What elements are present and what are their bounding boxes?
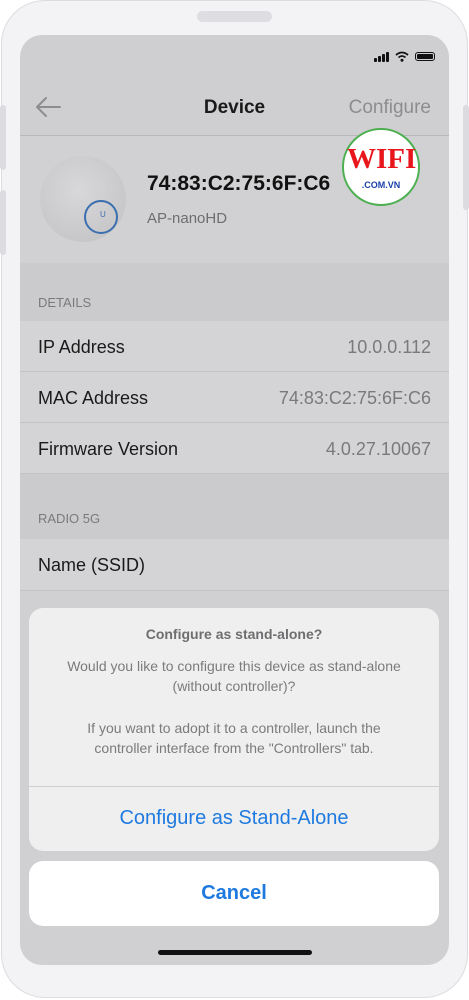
detail-row-firmware: Firmware Version 4.0.27.10067 xyxy=(20,423,449,474)
device-mac-title: 74:83:C2:75:6F:C6 xyxy=(147,172,331,195)
cellular-signal-icon xyxy=(374,51,389,62)
detail-label: MAC Address xyxy=(38,388,149,408)
status-bar xyxy=(20,35,449,80)
detail-row-mac: MAC Address 74:83:C2:75:6F:C6 xyxy=(20,372,449,423)
detail-value: 4.0.27.10067 xyxy=(325,439,431,459)
detail-label: Firmware Version xyxy=(38,439,179,459)
wifi-icon xyxy=(395,51,409,62)
wifi-watermark-logo: WIFI .COM.VN xyxy=(342,128,420,206)
phone-frame: Device Configure U 74:83:C2:75:6F:C6 AP-… xyxy=(0,0,469,1000)
access-point-icon: U xyxy=(40,156,126,242)
configure-standalone-button[interactable]: Configure as Stand-Alone xyxy=(29,786,439,851)
ssid-label: Name (SSID) xyxy=(38,555,146,575)
volume-button xyxy=(0,105,6,170)
detail-value: 74:83:C2:75:6F:C6 xyxy=(278,388,431,408)
detail-row-ip: IP Address 10.0.0.112 xyxy=(20,321,449,372)
home-indicator xyxy=(158,950,312,955)
detail-label: IP Address xyxy=(38,337,125,357)
configure-button[interactable]: Configure xyxy=(349,97,431,119)
logo-subtext: .COM.VN xyxy=(361,180,401,190)
dialog-message-hint: If you want to adopt it to a controller,… xyxy=(87,720,381,756)
dialog-message: Would you like to configure this device … xyxy=(67,658,401,694)
details-section-header: DETAILS xyxy=(20,263,449,321)
volume-button-2 xyxy=(0,190,6,255)
battery-icon xyxy=(415,52,435,61)
power-button xyxy=(463,105,469,210)
phone-speaker xyxy=(197,11,272,22)
ssid-row[interactable]: Name (SSID) xyxy=(20,539,449,591)
cancel-button[interactable]: Cancel xyxy=(29,861,439,926)
device-model: AP-nanoHD xyxy=(147,210,228,227)
radio-section-header: RADIO 5G xyxy=(20,474,449,539)
detail-value: 10.0.0.112 xyxy=(347,337,431,357)
logo-text: WIFI xyxy=(347,143,417,175)
dialog-title: Configure as stand-alone? xyxy=(145,626,323,642)
action-sheet: Configure as stand-alone? Would you like… xyxy=(29,608,439,851)
